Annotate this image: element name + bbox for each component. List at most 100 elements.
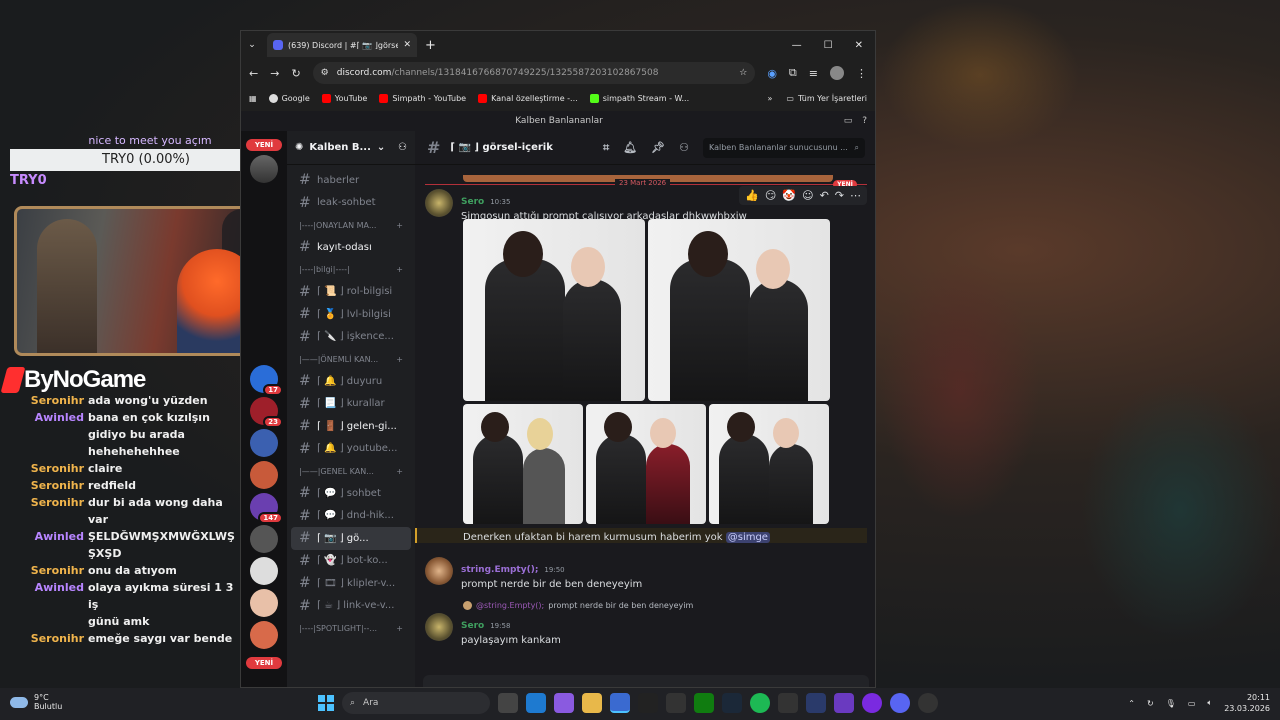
url-input[interactable]: ⚙ discord.com/channels/13184167668707492… — [312, 62, 756, 84]
edge-icon[interactable] — [526, 693, 546, 713]
bookmark-simpath-stream[interactable]: simpath Stream - W... — [589, 93, 689, 103]
gallery-image[interactable] — [709, 404, 829, 524]
message-composer[interactable] — [423, 675, 869, 687]
network-icon[interactable]: ▭ — [1188, 699, 1196, 708]
reply-icon[interactable]: ↶ — [820, 189, 829, 202]
add-member-icon[interactable]: ⚇ — [398, 142, 407, 153]
file-explorer-icon[interactable] — [582, 693, 602, 713]
tab-search-icon[interactable]: ⌄ — [241, 40, 263, 50]
channel-category[interactable]: |——|GENEL KAN... + — [287, 460, 415, 482]
extensions-puzzle-icon[interactable]: ⧉ — [789, 66, 797, 80]
sync-icon[interactable]: ↻ — [1147, 699, 1154, 708]
channel-item[interactable]: # ⌈ 🚪 ⌋ gelen-gi... — [287, 415, 415, 438]
channel-item[interactable]: # ⌈ 🔔 ⌋ duyuru — [287, 370, 415, 393]
avatar[interactable] — [425, 613, 453, 641]
avatar[interactable] — [425, 189, 453, 217]
add-channel-icon[interactable]: + — [396, 624, 403, 633]
app-icon[interactable] — [834, 693, 854, 713]
bookmark-simpath-youtube[interactable]: Simpath - YouTube — [379, 93, 466, 103]
chevron-up-icon[interactable]: ⌃ — [1128, 699, 1135, 708]
more-bookmarks-icon[interactable]: » — [768, 94, 773, 103]
add-channel-icon[interactable]: + — [396, 355, 403, 364]
server-header[interactable]: ✺ Kalben B... ⌄ ⚇ — [287, 131, 415, 165]
extension-icon[interactable]: ◉ — [767, 67, 777, 80]
obs-icon[interactable] — [918, 693, 938, 713]
discord-taskbar-icon[interactable] — [890, 693, 910, 713]
gallery-image[interactable] — [463, 219, 645, 401]
menu-icon[interactable]: ⋮ — [856, 67, 867, 80]
close-tab-icon[interactable]: ✕ — [403, 40, 411, 50]
forward-icon[interactable]: → — [270, 67, 279, 80]
server-icon[interactable] — [250, 429, 278, 457]
server-icon[interactable] — [250, 589, 278, 617]
message-author[interactable]: string.Empty(); — [461, 565, 538, 575]
server-icon[interactable] — [250, 525, 278, 553]
server-icon[interactable] — [250, 461, 278, 489]
gallery-image[interactable] — [648, 219, 830, 401]
server-icon[interactable]: 147 — [250, 493, 283, 524]
server-icon[interactable]: 17 — [250, 365, 283, 396]
search-input[interactable]: Kalben Banlananlar sunucusunu ... ⌕ — [703, 137, 865, 158]
copilot-icon[interactable] — [554, 693, 574, 713]
app-icon[interactable] — [806, 693, 826, 713]
channel-item[interactable]: # ⌈ 👻 ⌋ bot-ko... — [287, 550, 415, 573]
channel-category[interactable]: |----|SPOTLIGHT|--... + — [287, 617, 415, 639]
mic-icon[interactable]: 🎙︎ — [1166, 699, 1176, 708]
app-icon[interactable] — [862, 693, 882, 713]
thumbs-up-icon[interactable]: 👍 — [745, 189, 759, 202]
channel-item[interactable]: # ⌈ 💬 ⌋ dnd-hik... — [287, 505, 415, 528]
gallery-image[interactable] — [586, 404, 706, 524]
channel-item[interactable]: # kayıt-odası — [287, 236, 415, 259]
channel-category[interactable]: |——|ÖNEMLİ KAN... + — [287, 348, 415, 370]
channel-item[interactable]: # ⌈ 📷 ⌋ gö... — [291, 527, 411, 550]
channel-item[interactable]: # ⌈ ☕ ⌋ link-ve-v... — [287, 595, 415, 618]
add-channel-icon[interactable]: + — [396, 221, 403, 230]
channel-item[interactable]: # ⌈ 📜 ⌋ rol-bilgisi — [287, 281, 415, 304]
server-icon[interactable]: 23 — [250, 397, 283, 428]
channel-item[interactable]: # ⌈ 💬 ⌋ sohbet — [287, 482, 415, 505]
xbox-icon[interactable] — [694, 693, 714, 713]
weather-widget[interactable]: 9°C Bulutlu — [10, 693, 62, 711]
message-author[interactable]: Sero — [461, 197, 484, 207]
channel-item[interactable]: # ⌈ 📃 ⌋ kurallar — [287, 393, 415, 416]
help-icon[interactable]: ? — [862, 111, 867, 131]
bell-icon[interactable]: 🔔︎ — [623, 141, 637, 154]
task-view-icon[interactable] — [498, 693, 518, 713]
all-bookmarks[interactable]: ▭ Tüm Yer İşaretleri — [786, 94, 867, 103]
maximize-icon[interactable]: ☐ — [824, 40, 833, 51]
pin-icon[interactable]: 📌︎ — [651, 141, 665, 154]
steam-icon[interactable] — [722, 693, 742, 713]
close-icon[interactable]: ✕ — [855, 40, 863, 51]
clown-icon[interactable]: 🤡 — [782, 189, 796, 202]
server-icon[interactable] — [250, 557, 278, 585]
minimize-icon[interactable]: — — [792, 40, 802, 51]
gallery-image[interactable] — [463, 404, 583, 524]
channel-category[interactable]: |----|bilgi|----| + — [287, 259, 415, 281]
channel-item[interactable]: # leak-sohbet — [287, 192, 415, 215]
message-author[interactable]: Sero — [461, 621, 484, 631]
chrome-icon[interactable] — [610, 693, 630, 713]
add-channel-icon[interactable]: + — [396, 467, 403, 476]
apps-grid-icon[interactable]: ▦ — [249, 94, 257, 103]
clock[interactable]: 20:11 23.03.2026 — [1224, 692, 1270, 714]
back-icon[interactable]: ← — [249, 67, 258, 80]
start-button[interactable] — [318, 695, 334, 711]
more-icon[interactable]: ⋯ — [850, 189, 861, 202]
bookmark-kanal[interactable]: Kanal özelleştirme -... — [478, 93, 578, 103]
channel-category[interactable]: |----|ONAYLAN MA... + — [287, 214, 415, 236]
new-tab-button[interactable]: + — [425, 38, 436, 53]
amazon-icon[interactable] — [666, 693, 686, 713]
media-icon[interactable]: ≡ — [809, 67, 818, 80]
epic-games-icon[interactable] — [638, 693, 658, 713]
threads-icon[interactable]: ⌗ — [603, 141, 609, 155]
reply-preview[interactable]: @string.Empty(); prompt nerde bir de ben… — [463, 601, 693, 610]
bookmark-youtube[interactable]: YouTube — [321, 93, 367, 103]
server-icon[interactable] — [250, 621, 278, 649]
volume-icon[interactable]: 🔈︎ — [1207, 698, 1212, 708]
smirk-icon[interactable]: 😏 — [765, 189, 776, 202]
add-reaction-icon[interactable]: ☺ — [802, 189, 813, 202]
bookmark-star-icon[interactable]: ☆ — [739, 68, 747, 78]
channel-item[interactable]: # ⌈ 🔪 ⌋ işkence... — [287, 326, 415, 349]
server-icon[interactable] — [250, 155, 278, 183]
bookmark-google[interactable]: Google — [268, 93, 310, 103]
